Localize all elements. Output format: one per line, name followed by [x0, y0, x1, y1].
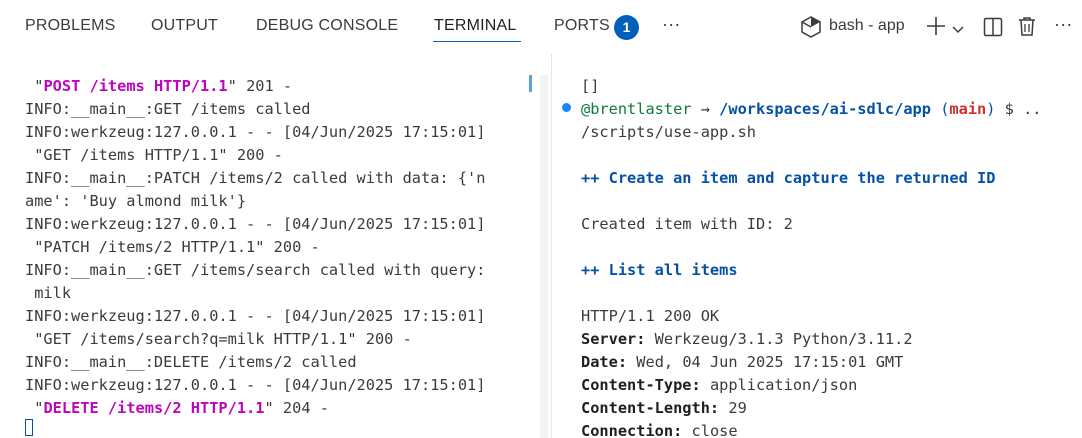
terminal-line: INFO:werkzeug:127.0.0.1 - - [04/Jun/2025… — [25, 307, 486, 325]
chevron-down-icon[interactable] — [952, 21, 964, 39]
terminal-line: INFO:werkzeug:127.0.0.1 - - [04/Jun/2025… — [25, 215, 486, 233]
split-terminal-icon[interactable] — [983, 17, 1003, 42]
terminal-prompt-line: @brentlaster → /workspaces/ai-sdlc/app (… — [581, 100, 1042, 118]
terminal-instance-name[interactable]: bash - app — [829, 17, 905, 35]
terminal-pane-right[interactable]: [] @brentlaster → /workspaces/ai-sdlc/ap… — [552, 54, 1082, 438]
terminal-line: Date: Wed, 04 Jun 2025 17:15:01 GMT — [581, 353, 904, 371]
terminal-line: ame': 'Buy almond milk'} — [25, 192, 247, 210]
terminal-line: Connection: close — [581, 422, 738, 438]
terminal-scrollbar[interactable] — [540, 75, 548, 438]
terminal-line: INFO:__main__:GET /items/search called w… — [25, 261, 486, 279]
terminal-line: /scripts/use-app.sh — [581, 123, 756, 141]
terminal-line: INFO:werkzeug:127.0.0.1 - - [04/Jun/2025… — [25, 123, 486, 141]
tab-output[interactable]: OUTPUT — [151, 17, 218, 35]
terminal-line: ++ Create an item and capture the return… — [581, 169, 996, 187]
terminal-shell-icon — [800, 15, 822, 44]
terminal-line: Server: Werkzeug/3.1.3 Python/3.11.2 — [581, 330, 913, 348]
terminal-line: Content-Type: application/json — [581, 376, 858, 394]
terminal-line: "PATCH /items/2 HTTP/1.1" 200 - — [25, 238, 320, 256]
tab-debug-console[interactable]: DEBUG CONSOLE — [256, 17, 398, 35]
terminal-line: HTTP/1.1 200 OK — [581, 307, 720, 325]
terminal-line: Content-Length: 29 — [581, 399, 747, 417]
panel-tab-bar: PROBLEMS OUTPUT DEBUG CONSOLE TERMINAL P… — [0, 0, 1082, 54]
terminal-line: "GET /items HTTP/1.1" 200 - — [25, 146, 283, 164]
terminal-line: "DELETE /items/2 HTTP/1.1" 204 - — [34, 399, 329, 417]
ports-count-badge: 1 — [614, 15, 639, 40]
terminal-line: "POST /items HTTP/1.1" 201 - — [34, 77, 293, 95]
terminal-line: INFO:__main__:GET /items called — [25, 100, 311, 118]
more-tabs-button[interactable]: ··· — [662, 14, 681, 35]
terminal-line: INFO:__main__:PATCH /items/2 called with… — [25, 169, 486, 187]
more-actions-button[interactable]: ··· — [1054, 14, 1073, 35]
plus-icon[interactable] — [926, 16, 946, 41]
tab-terminal[interactable]: TERMINAL — [434, 17, 517, 35]
terminal-line: milk — [25, 284, 72, 302]
scrollbar-marker — [529, 75, 532, 92]
terminal-pane-left[interactable]: "POST /items HTTP/1.1" 201 - INFO:__main… — [0, 54, 540, 438]
active-tab-indicator — [433, 41, 521, 42]
terminal-line: INFO:__main__:DELETE /items/2 called — [25, 353, 357, 371]
terminal-line: INFO:werkzeug:127.0.0.1 - - [04/Jun/2025… — [25, 376, 486, 394]
terminal-line: [] — [581, 77, 600, 95]
terminal-line: Created item with ID: 2 — [581, 215, 793, 233]
trash-icon[interactable] — [1017, 16, 1037, 42]
terminal-line: ++ List all items — [581, 261, 738, 279]
tab-problems[interactable]: PROBLEMS — [25, 17, 116, 35]
terminal-line: "GET /items/search?q=milk HTTP/1.1" 200 … — [25, 330, 412, 348]
terminal-cursor — [25, 419, 33, 436]
command-decoration-dot[interactable] — [562, 103, 571, 112]
tab-ports[interactable]: PORTS — [554, 17, 610, 35]
